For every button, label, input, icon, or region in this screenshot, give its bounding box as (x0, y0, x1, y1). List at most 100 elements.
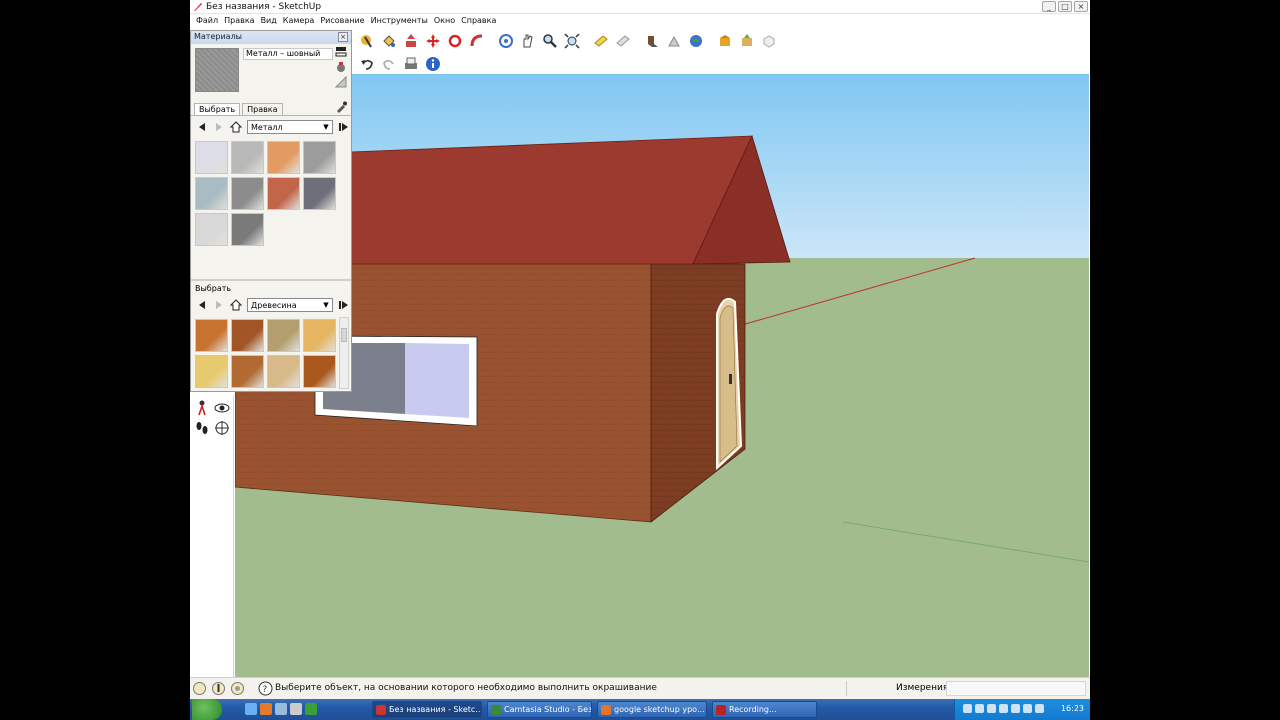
menu-edit[interactable]: Правка (221, 14, 257, 28)
materials-close-button[interactable]: × (338, 32, 348, 42)
upper-swatch[interactable] (195, 141, 228, 174)
details-arrow-icon[interactable] (337, 298, 351, 312)
upper-collection-select[interactable]: Металл ▼ (247, 120, 333, 134)
paint-bucket-icon (382, 34, 395, 47)
lower-swatch[interactable] (267, 319, 300, 352)
walk-icon[interactable] (193, 419, 211, 437)
lower-swatch[interactable] (303, 319, 336, 352)
taskbar-task[interactable]: google sketchup уро... (597, 701, 707, 718)
menu-help[interactable]: Справка (458, 14, 499, 28)
details-arrow-icon[interactable] (337, 120, 351, 134)
upper-swatch[interactable] (195, 213, 228, 246)
follow-me-button[interactable] (466, 30, 487, 51)
get-models-button[interactable] (714, 30, 735, 51)
pan-button[interactable] (517, 30, 538, 51)
tray-icon[interactable] (1023, 704, 1032, 713)
forward-arrow-icon[interactable] (212, 298, 226, 312)
quicklaunch-icon[interactable] (275, 703, 287, 715)
tray-icon[interactable] (987, 704, 996, 713)
taskbar-task[interactable]: Без названия - Sketc... (372, 701, 482, 718)
quicklaunch-icon[interactable] (290, 703, 302, 715)
create-material-icon[interactable] (335, 61, 347, 73)
menu-draw[interactable]: Рисование (317, 14, 367, 28)
model-info-button[interactable] (422, 53, 443, 74)
forward-arrow-icon[interactable] (212, 120, 226, 134)
zoom-button[interactable] (539, 30, 560, 51)
google-earth-button[interactable] (685, 30, 706, 51)
lower-swatch[interactable] (303, 355, 336, 388)
upper-swatch[interactable] (231, 213, 264, 246)
menu-tools[interactable]: Инструменты (368, 14, 431, 28)
look-around-icon[interactable] (213, 399, 231, 417)
lower-swatch[interactable] (231, 319, 264, 352)
paint-bucket-button[interactable] (378, 30, 399, 51)
tray-icon[interactable] (963, 704, 972, 713)
tray-icon[interactable] (999, 704, 1008, 713)
upper-swatch[interactable] (303, 177, 336, 210)
section-plane-button[interactable] (590, 30, 611, 51)
quicklaunch-icon[interactable] (260, 703, 272, 715)
components-button[interactable] (758, 30, 779, 51)
share-model-button[interactable] (736, 30, 757, 51)
drawing-viewport[interactable] (235, 74, 1089, 677)
quicklaunch-icon[interactable] (245, 703, 257, 715)
upper-swatch[interactable] (195, 177, 228, 210)
lower-swatch[interactable] (195, 355, 228, 388)
scrollbar-thumb[interactable] (341, 328, 347, 342)
tray-icon[interactable] (1035, 704, 1044, 713)
upper-swatch[interactable] (303, 141, 336, 174)
rotate-button[interactable] (444, 30, 465, 51)
lower-swatch[interactable] (267, 355, 300, 388)
home-icon[interactable] (229, 120, 243, 134)
upper-swatch[interactable] (267, 177, 300, 210)
signin-icon[interactable] (230, 681, 245, 696)
taskbar-task[interactable]: Camtasia Studio - Без ... (487, 701, 592, 718)
undo-button[interactable] (356, 53, 377, 74)
menu-camera[interactable]: Камера (280, 14, 318, 28)
menu-view[interactable]: Вид (258, 14, 280, 28)
home-icon[interactable] (229, 298, 243, 312)
maximize-button[interactable]: □ (1058, 1, 1072, 12)
lower-grid-scrollbar[interactable] (339, 317, 349, 389)
back-arrow-icon[interactable] (195, 298, 209, 312)
select-tool-button[interactable] (356, 30, 377, 51)
tab-select[interactable]: Выбрать (194, 103, 241, 115)
help-icon[interactable]: ? (258, 681, 273, 696)
tray-icon[interactable] (975, 704, 984, 713)
minimize-button[interactable]: _ (1042, 1, 1056, 12)
push-pull-button[interactable] (400, 30, 421, 51)
default-material-icon[interactable] (334, 75, 347, 88)
shadow-button[interactable] (641, 30, 662, 51)
material-name-field[interactable]: Металл – шовный (243, 48, 333, 60)
start-button[interactable] (192, 699, 222, 720)
geo-location-icon[interactable] (192, 681, 207, 696)
sample-paint-icon[interactable] (335, 101, 347, 113)
lower-swatch[interactable] (195, 319, 228, 352)
close-button[interactable]: × (1074, 1, 1088, 12)
redo-button[interactable] (378, 53, 399, 74)
quicklaunch-icon[interactable] (305, 703, 317, 715)
upper-swatch[interactable] (231, 177, 264, 210)
lower-collection-select[interactable]: Древесина ▼ (247, 298, 333, 312)
back-arrow-icon[interactable] (195, 120, 209, 134)
measurements-input[interactable] (946, 681, 1086, 696)
upper-swatch[interactable] (267, 141, 300, 174)
fog-button[interactable] (663, 30, 684, 51)
tab-edit[interactable]: Правка (242, 103, 283, 115)
menu-window[interactable]: Окно (431, 14, 458, 28)
taskbar-task[interactable]: Recording... (712, 701, 817, 718)
menu-file[interactable]: Файл (193, 14, 221, 28)
section-display-button[interactable] (612, 30, 633, 51)
axes-tool-icon[interactable] (213, 419, 231, 437)
upper-swatch[interactable] (231, 141, 264, 174)
current-material-preview[interactable] (195, 48, 239, 92)
orbit-button[interactable] (495, 30, 516, 51)
position-camera-icon[interactable] (193, 399, 211, 417)
lower-swatch[interactable] (231, 355, 264, 388)
zoom-extents-button[interactable] (561, 30, 582, 51)
display-secondary-panel-icon[interactable] (335, 46, 347, 58)
move-button[interactable] (422, 30, 443, 51)
tray-icon[interactable] (1011, 704, 1020, 713)
print-button[interactable] (400, 53, 421, 74)
credits-icon[interactable] (211, 681, 226, 696)
